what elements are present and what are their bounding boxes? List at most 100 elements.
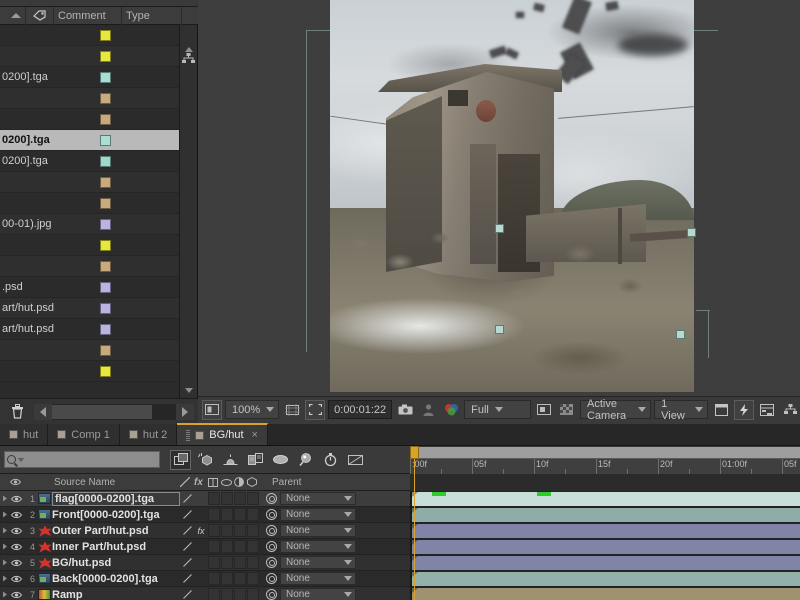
column-header-parent[interactable]: Parent xyxy=(268,474,410,491)
close-icon[interactable]: × xyxy=(252,429,258,441)
selection-handle[interactable] xyxy=(495,224,504,233)
layer-expand-arrow[interactable] xyxy=(0,507,10,523)
layer-motion-blur-switch[interactable] xyxy=(221,492,233,505)
layer-parent-link-icon[interactable] xyxy=(180,558,194,567)
column-header-type[interactable]: Type xyxy=(122,7,182,25)
layer-parent-cell[interactable]: None xyxy=(266,588,356,600)
layer-video-toggle[interactable] xyxy=(10,555,23,571)
layer-duration-bar[interactable] xyxy=(412,540,800,554)
layer-motion-blur-switch[interactable] xyxy=(221,524,233,537)
mask-shape-icon[interactable] xyxy=(305,400,325,420)
project-item-row[interactable] xyxy=(0,25,180,46)
layer-motion-blur-switch[interactable] xyxy=(221,572,233,585)
parent-select[interactable]: None xyxy=(280,492,356,505)
label-color-swatch[interactable] xyxy=(100,303,111,314)
timeline-layer-track[interactable] xyxy=(410,523,800,539)
project-item-row[interactable]: art/hut.psd xyxy=(0,319,180,340)
resolution-select[interactable]: Full xyxy=(464,400,531,419)
magnification-select[interactable]: 100% xyxy=(225,400,279,419)
label-color-swatch[interactable] xyxy=(100,177,111,188)
layer-parent-link-icon[interactable] xyxy=(180,510,194,519)
layer-duration-bar[interactable] xyxy=(412,508,800,522)
layer-parent-cell[interactable]: None xyxy=(266,492,356,505)
delete-icon[interactable] xyxy=(0,400,34,424)
layer-video-toggle[interactable] xyxy=(10,571,23,587)
layer-3d-switch[interactable] xyxy=(247,588,259,600)
timeline-layer-track[interactable] xyxy=(410,571,800,587)
layer-expand-arrow[interactable] xyxy=(0,523,10,539)
time-ruler-work-area[interactable] xyxy=(410,447,800,459)
current-time-indicator[interactable] xyxy=(410,446,419,600)
parent-select[interactable]: None xyxy=(280,508,356,521)
layer-adjustment-switch[interactable] xyxy=(234,540,246,553)
region-icon[interactable] xyxy=(534,400,554,420)
layer-source-name[interactable]: Back[0000-0200].tga xyxy=(52,573,180,585)
project-item-row[interactable] xyxy=(0,109,180,130)
pick-whip-icon[interactable] xyxy=(266,525,277,536)
layer-frame-blend-switch[interactable] xyxy=(208,540,220,553)
project-item-row[interactable] xyxy=(0,88,180,109)
label-color-swatch[interactable] xyxy=(100,198,111,209)
transparency-grid-icon[interactable] xyxy=(557,400,577,420)
motion-blur-icon[interactable] xyxy=(220,450,241,470)
project-item-list[interactable]: 0200].tga0200].tga0200].tga00-01).jpg.ps… xyxy=(0,25,180,398)
layer-motion-blur-switch[interactable] xyxy=(221,588,233,600)
selection-handle[interactable] xyxy=(687,228,696,237)
timeline-layer-track[interactable] xyxy=(410,587,800,600)
project-item-row[interactable] xyxy=(0,172,180,193)
selection-handle[interactable] xyxy=(676,330,685,339)
parent-select[interactable]: None xyxy=(280,540,356,553)
timeline-layer-track[interactable] xyxy=(410,555,800,571)
layer-frame-blend-switch[interactable] xyxy=(208,524,220,537)
parent-select[interactable]: None xyxy=(280,588,356,600)
layer-video-toggle[interactable] xyxy=(10,491,23,507)
auto-keyframe-icon[interactable] xyxy=(270,450,291,470)
layer-video-toggle[interactable] xyxy=(10,587,23,600)
layer-frame-blend-switch[interactable] xyxy=(208,508,220,521)
label-color-swatch[interactable] xyxy=(100,114,111,125)
timeline-icon[interactable] xyxy=(757,400,777,420)
pick-whip-icon[interactable] xyxy=(266,541,277,552)
layer-source-name[interactable]: flag[0000-0200].tga xyxy=(52,492,180,506)
project-item-row[interactable] xyxy=(0,193,180,214)
layer-video-toggle[interactable] xyxy=(10,539,23,555)
pick-whip-icon[interactable] xyxy=(266,509,277,520)
layer-frame-blend-switch[interactable] xyxy=(208,588,220,600)
pick-whip-icon[interactable] xyxy=(266,557,277,568)
layer-expand-arrow[interactable] xyxy=(0,555,10,571)
layer-duration-bar[interactable] xyxy=(412,492,800,506)
channels-icon[interactable] xyxy=(441,400,461,420)
project-item-row[interactable] xyxy=(0,361,180,382)
camera-icon[interactable] xyxy=(395,400,415,420)
column-header-comment[interactable]: Comment xyxy=(54,7,122,25)
layer-parent-cell[interactable]: None xyxy=(266,524,356,537)
layer-parent-link-icon[interactable] xyxy=(180,590,194,599)
layer-expand-arrow[interactable] xyxy=(0,539,10,555)
view-layout-select[interactable]: 1 View xyxy=(654,400,708,419)
time-ruler[interactable]: :00f05f10f15f20f01:00f05f xyxy=(410,446,800,474)
layer-3d-switch[interactable] xyxy=(247,556,259,569)
layer-source-name[interactable]: Ramp xyxy=(52,589,180,600)
layer-duration-bar[interactable] xyxy=(412,588,800,600)
layer-expand-arrow[interactable] xyxy=(0,587,10,600)
selection-handle[interactable] xyxy=(495,325,504,334)
brainstorm-icon[interactable] xyxy=(245,450,266,470)
live-update-icon[interactable] xyxy=(320,450,341,470)
layer-3d-switch[interactable] xyxy=(247,572,259,585)
scroll-down-button[interactable] xyxy=(180,382,198,398)
timeline-layer-track[interactable] xyxy=(410,491,800,507)
label-color-swatch[interactable] xyxy=(100,156,111,167)
layer-parent-cell[interactable]: None xyxy=(266,572,356,585)
project-item-row[interactable] xyxy=(0,46,180,67)
layer-source-name[interactable]: Outer Part/hut.psd xyxy=(52,525,180,537)
tab-grip[interactable] xyxy=(186,430,190,441)
enable-frame-blending-icon[interactable] xyxy=(195,450,216,470)
layer-frame-blend-switch[interactable] xyxy=(208,556,220,569)
tab-hut[interactable]: hut xyxy=(0,424,48,445)
roi-icon[interactable] xyxy=(202,400,222,420)
label-color-swatch[interactable] xyxy=(100,324,111,335)
composition-tab-bar[interactable]: hutComp 1hut 2BG/hut× xyxy=(0,424,800,446)
column-header-video[interactable] xyxy=(10,474,23,491)
timeline-layer-track[interactable] xyxy=(410,539,800,555)
layer-parent-cell[interactable]: None xyxy=(266,508,356,521)
